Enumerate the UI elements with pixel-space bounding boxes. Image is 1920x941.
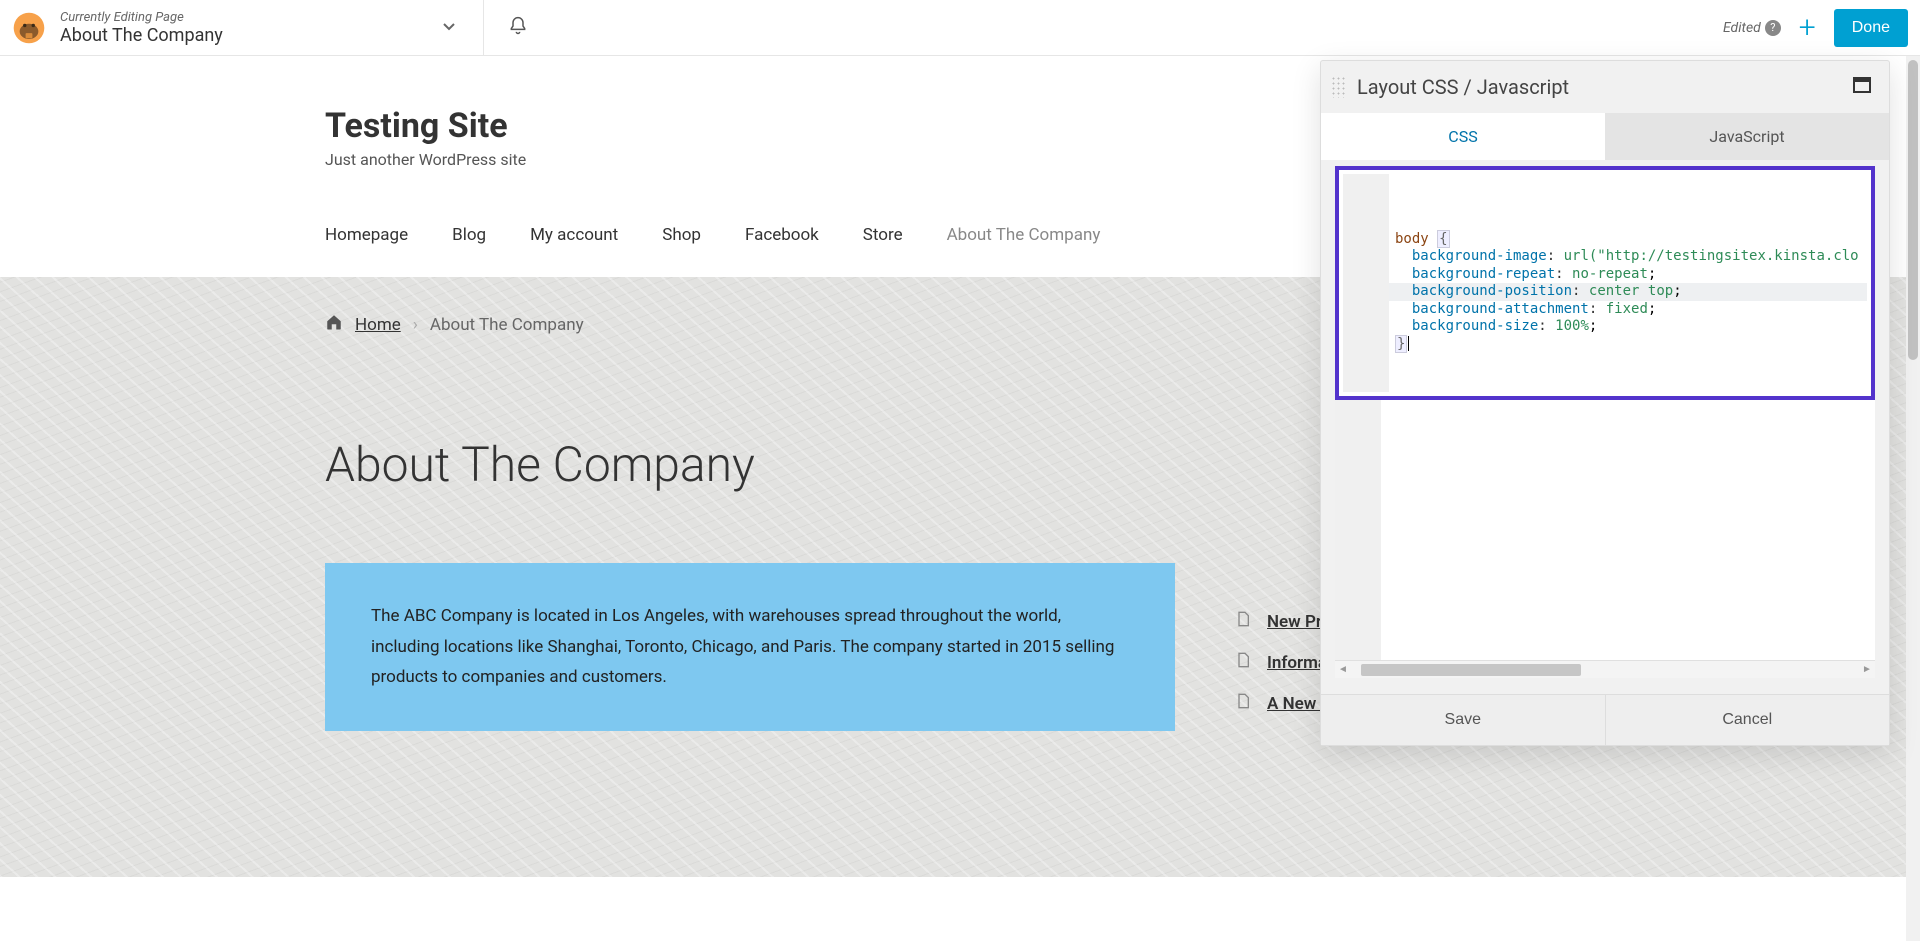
toolbar-left: Currently Editing Page About The Company xyxy=(12,0,1723,56)
home-icon[interactable] xyxy=(325,313,343,336)
edited-status: Edited ? xyxy=(1723,20,1781,36)
about-text-module[interactable]: The ABC Company is located in Los Angele… xyxy=(325,563,1175,731)
page-dropdown-chevron-icon[interactable] xyxy=(433,10,465,46)
code-highlight-annotation: body { background-image: url("http://tes… xyxy=(1335,166,1875,400)
help-icon[interactable]: ? xyxy=(1765,20,1781,36)
scroll-right-arrow-icon[interactable]: ► xyxy=(1859,664,1875,675)
maximize-icon[interactable] xyxy=(1853,77,1871,97)
nav-item-shop[interactable]: Shop xyxy=(662,225,701,245)
code-editor-blank-area[interactable] xyxy=(1335,400,1875,660)
about-text: The ABC Company is located in Los Angele… xyxy=(371,606,1114,687)
nav-item-facebook[interactable]: Facebook xyxy=(745,225,819,245)
code-content[interactable]: body { background-image: url("http://tes… xyxy=(1389,174,1867,392)
panel-tabs: CSS JavaScript xyxy=(1321,113,1889,160)
edited-text: Edited xyxy=(1723,20,1761,36)
save-button[interactable]: Save xyxy=(1321,695,1606,745)
breadcrumb-current: About The Company xyxy=(430,315,584,335)
breadcrumb-home-link[interactable]: Home xyxy=(355,315,401,335)
panel-title: Layout CSS / Javascript xyxy=(1357,75,1853,99)
panel-actions: Save Cancel xyxy=(1321,694,1889,745)
currently-editing-label: Currently Editing Page xyxy=(60,10,223,25)
scrollbar-thumb[interactable] xyxy=(1908,60,1918,360)
document-icon xyxy=(1235,693,1251,714)
page-vertical-scrollbar[interactable] xyxy=(1906,0,1920,941)
toolbar-divider xyxy=(483,0,484,56)
scroll-left-arrow-icon[interactable]: ◄ xyxy=(1335,664,1351,675)
editing-page-title: About The Company xyxy=(60,25,223,46)
notifications-bell-icon[interactable] xyxy=(502,10,534,46)
document-icon xyxy=(1235,611,1251,632)
scrollbar-thumb[interactable] xyxy=(1361,664,1581,676)
breadcrumb-separator: › xyxy=(413,315,418,335)
code-gutter xyxy=(1343,174,1389,392)
nav-item-homepage[interactable]: Homepage xyxy=(325,225,408,245)
nav-item-about-the-company[interactable]: About The Company xyxy=(947,225,1101,245)
toolbar-right: Edited ? + Done xyxy=(1723,9,1908,47)
nav-item-store[interactable]: Store xyxy=(863,225,903,245)
tab-javascript[interactable]: JavaScript xyxy=(1605,113,1889,160)
drag-handle-icon[interactable] xyxy=(1331,76,1347,98)
document-icon xyxy=(1235,652,1251,673)
layout-css-js-panel: Layout CSS / Javascript CSS JavaScript b… xyxy=(1320,60,1890,746)
done-button[interactable]: Done xyxy=(1834,9,1908,47)
css-code-editor[interactable]: body { background-image: url("http://tes… xyxy=(1343,174,1867,392)
editor-toolbar: Currently Editing Page About The Company… xyxy=(0,0,1920,56)
cancel-button[interactable]: Cancel xyxy=(1606,695,1890,745)
panel-header[interactable]: Layout CSS / Javascript xyxy=(1321,61,1889,113)
page-info: Currently Editing Page About The Company xyxy=(60,10,223,46)
code-horizontal-scrollbar[interactable]: ◄ ► xyxy=(1335,660,1875,678)
add-content-plus-icon[interactable]: + xyxy=(1799,13,1816,43)
tab-css[interactable]: CSS xyxy=(1321,113,1605,160)
beaver-builder-logo-icon[interactable] xyxy=(12,11,46,45)
nav-item-blog[interactable]: Blog xyxy=(452,225,486,245)
nav-item-my-account[interactable]: My account xyxy=(530,225,618,245)
